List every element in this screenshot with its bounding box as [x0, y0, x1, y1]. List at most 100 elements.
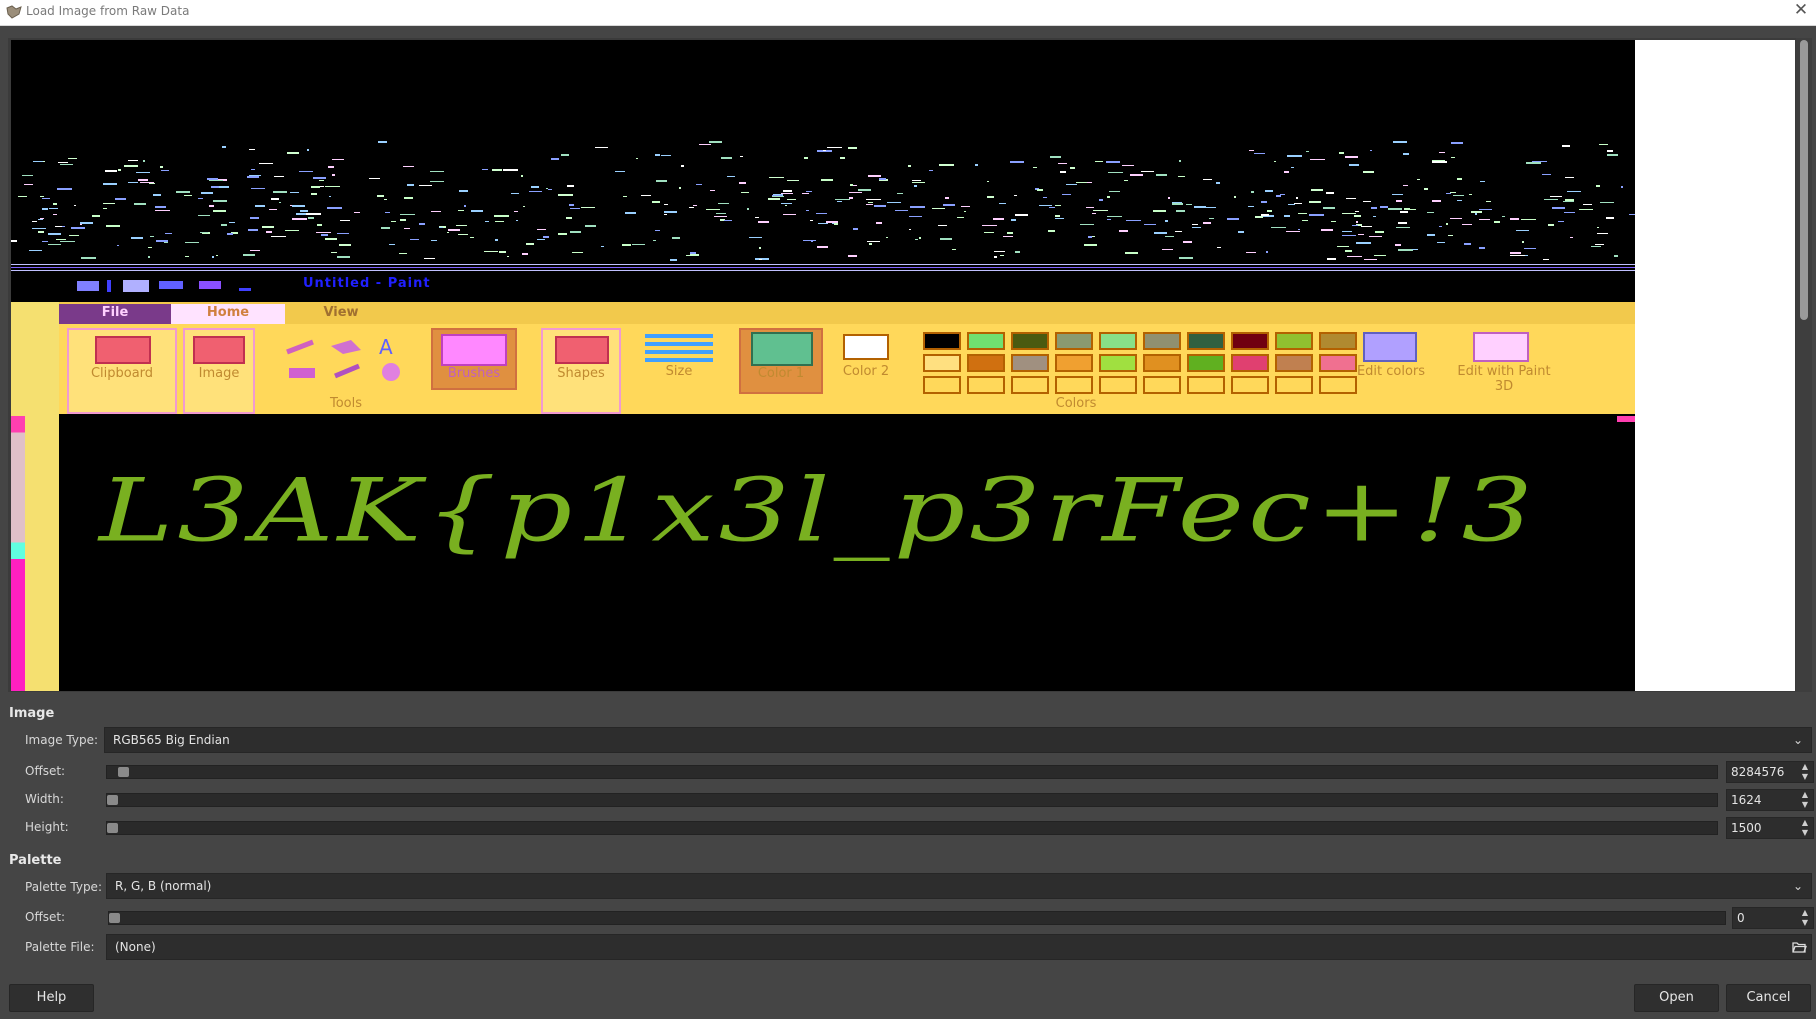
window-title: Load Image from Raw Data [26, 4, 190, 18]
height-value: 1500 [1731, 821, 1762, 835]
paint-quickbar-icons [77, 280, 251, 292]
palette-type-label: Palette Type: [25, 880, 102, 894]
paint-color-swatch [923, 354, 961, 372]
paint-color-swatch [1011, 354, 1049, 372]
paint-color-swatch [1231, 354, 1269, 372]
paint-color1-group: Color 1 [739, 328, 823, 394]
paint-color-swatch [1143, 332, 1181, 350]
paint-color-swatch [1319, 332, 1357, 350]
palette-file-value: (None) [115, 940, 156, 954]
height-spinbox[interactable]: 1500 ▲ ▼ [1726, 817, 1814, 839]
palette-type-value: R, G, B (normal) [115, 879, 212, 893]
height-slider-handle[interactable] [107, 823, 118, 833]
close-icon[interactable]: ✕ [1790, 0, 1812, 22]
image-type-combo[interactable]: RGB565 Big Endian ⌄ [104, 727, 1812, 753]
paint-image-group: Image [183, 328, 255, 414]
paint-window-title: Untitled - Paint [303, 276, 431, 291]
height-label: Height: [25, 820, 69, 834]
paint-color-swatch [1011, 332, 1049, 350]
offset-slider-handle[interactable] [118, 767, 129, 777]
offset-slider[interactable] [106, 765, 1718, 779]
spin-up-icon[interactable]: ▲ [1799, 762, 1811, 772]
spin-up-icon[interactable]: ▲ [1799, 908, 1811, 918]
width-label: Width: [25, 792, 64, 806]
palette-file-chooser[interactable]: (None) [106, 934, 1812, 960]
height-slider[interactable] [106, 821, 1718, 835]
paint-color2-swatch [843, 334, 889, 360]
paint-color-swatch [1275, 376, 1313, 394]
paint-paint3d-icon [1473, 332, 1529, 362]
paint-color-swatch [923, 332, 961, 350]
offset-label: Offset: [25, 764, 66, 778]
paint-colors-label: Colors [1055, 396, 1097, 411]
palette-type-combo[interactable]: R, G, B (normal) ⌄ [106, 873, 1812, 899]
paint-paint3d-label: Edit with Paint 3D [1457, 364, 1551, 394]
paint-left-stripe [11, 416, 25, 691]
spin-down-icon[interactable]: ▼ [1799, 772, 1811, 782]
paint-color-swatch [1055, 332, 1093, 350]
paint-shapes-group: Shapes [541, 328, 621, 414]
paint-color-swatch [1231, 332, 1269, 350]
paint-color-swatch [1231, 376, 1269, 394]
image-type-label: Image Type: [25, 733, 99, 747]
spin-up-icon[interactable]: ▲ [1799, 818, 1811, 828]
paint-tools-icons: A [286, 335, 400, 381]
scrollbar-thumb[interactable] [1800, 40, 1808, 320]
palette-offset-slider-handle[interactable] [109, 913, 120, 923]
paint-tools-label: Tools [329, 396, 363, 411]
chevron-down-icon: ⌄ [1792, 733, 1804, 747]
spin-down-icon[interactable]: ▼ [1799, 800, 1811, 810]
palette-file-label: Palette File: [25, 940, 95, 954]
paint-clipboard-group: Clipboard [67, 328, 177, 414]
width-value: 1624 [1731, 793, 1762, 807]
paint-edit-colors-label: Edit colors [1356, 364, 1426, 379]
paint-color-swatch [1099, 376, 1137, 394]
image-section-title: Image [9, 706, 55, 721]
paint-color-swatch [967, 376, 1005, 394]
paint-color-swatch [923, 376, 961, 394]
image-type-value: RGB565 Big Endian [113, 733, 230, 747]
paint-size-icon [645, 334, 713, 362]
paint-color-swatch [967, 332, 1005, 350]
paint-tab-home: Home [171, 304, 285, 324]
palette-section-title: Palette [9, 853, 62, 868]
paint-tab-file: File [59, 304, 171, 324]
paint-color-swatch [1099, 332, 1137, 350]
preview-blank-area [1635, 40, 1795, 691]
paint-color2-label: Color 2 [842, 364, 890, 379]
palette-offset-label: Offset: [25, 910, 66, 924]
help-button[interactable]: Help [9, 984, 94, 1012]
paint-color-swatch [1143, 376, 1181, 394]
width-spinbox[interactable]: 1624 ▲ ▼ [1726, 789, 1814, 811]
title-bar: Load Image from Raw Data ✕ [0, 0, 1816, 26]
canvas-flag-text: L3AK{p1x3l_p3rFec+!3 [99, 460, 1537, 562]
paint-color-swatch [1055, 376, 1093, 394]
spin-down-icon[interactable]: ▼ [1799, 918, 1811, 928]
paint-edit-colors-icon [1363, 332, 1417, 362]
paint-color-swatch [1099, 354, 1137, 372]
folder-open-icon[interactable] [1791, 939, 1807, 955]
open-button[interactable]: Open [1634, 984, 1719, 1012]
preview-vertical-scrollbar[interactable] [1796, 38, 1812, 692]
image-preview: Untitled - Paint File Home View Clipboar… [11, 40, 1635, 691]
gimp-app-icon [6, 5, 22, 19]
cancel-button[interactable]: Cancel [1726, 984, 1811, 1012]
paint-color-swatch [1275, 332, 1313, 350]
paint-color-swatch [1011, 376, 1049, 394]
width-slider[interactable] [106, 793, 1718, 807]
palette-offset-slider[interactable] [108, 911, 1726, 925]
offset-value: 8284576 [1731, 765, 1785, 779]
width-slider-handle[interactable] [107, 795, 118, 805]
paint-brushes-group: Brushes [431, 328, 517, 390]
palette-offset-spinbox[interactable]: 0 ▲ ▼ [1732, 907, 1814, 929]
paint-color-swatch [1143, 354, 1181, 372]
spin-up-icon[interactable]: ▲ [1799, 790, 1811, 800]
chevron-down-icon: ⌄ [1792, 879, 1804, 893]
paint-color-swatch [1187, 332, 1225, 350]
offset-spinbox[interactable]: 8284576 ▲ ▼ [1726, 761, 1814, 783]
paint-color-swatch [967, 354, 1005, 372]
spin-down-icon[interactable]: ▼ [1799, 828, 1811, 838]
paint-size-label: Size [665, 364, 693, 379]
paint-color-swatch [1055, 354, 1093, 372]
paint-color-swatch [1187, 354, 1225, 372]
